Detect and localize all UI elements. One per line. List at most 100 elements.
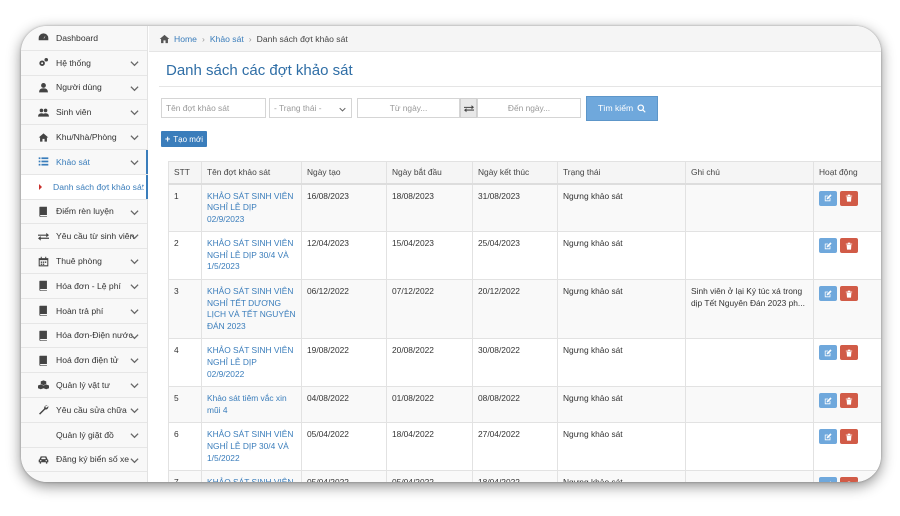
user-icon <box>36 81 50 93</box>
sidebar-item-label: Dashboard <box>56 32 99 43</box>
sidebar-item-10[interactable]: Hóa đơn - Lệ phí <box>21 274 147 299</box>
from-date-input[interactable]: Từ ngày... <box>357 98 460 118</box>
sidebar-item-3[interactable]: Sinh viên <box>21 100 147 126</box>
sidebar-item-8[interactable]: Yêu cầu từ sinh viên <box>21 224 147 250</box>
sidebar-item-7[interactable]: Điểm rèn luyện <box>21 200 147 225</box>
delete-button[interactable] <box>840 190 858 206</box>
sidebar-item-17[interactable]: Đăng ký biển số xe <box>21 448 147 473</box>
sidebar-item-4[interactable]: Khu/Nhà/Phòng <box>21 125 147 150</box>
breadcrumb-section-link[interactable]: Khảo sát <box>210 34 244 44</box>
sidebar-item-16[interactable]: Quản lý giặt đồ <box>21 423 147 448</box>
row-actions <box>819 393 877 409</box>
sidebar-item-14[interactable]: Quản lý vật tư <box>21 373 147 398</box>
search-button-label: Tìm kiếm <box>597 103 634 113</box>
delete-button[interactable] <box>840 477 858 482</box>
delete-button[interactable] <box>840 238 858 254</box>
column-header[interactable]: Tên đợt khảo sát <box>201 161 302 185</box>
table-row: 2 KHẢO SÁT SINH VIÊN NGHỈ LỄ DỊP 30/4 VÀ … <box>168 231 881 281</box>
trash-icon <box>845 290 853 298</box>
column-header[interactable]: STT <box>168 161 202 185</box>
table-header-row: STT Tên đợt khảo sát Ngày tạo Ngày bắt đ… <box>168 161 881 185</box>
status-select[interactable]: - Trạng thái - <box>269 98 352 118</box>
chevron-down-icon <box>339 105 346 112</box>
to-date-input[interactable]: Đến ngày... <box>477 98 581 118</box>
column-header[interactable]: Trạng thái <box>557 161 686 185</box>
cell-survey-name: KHẢO SÁT SINH VIÊN NGHỈ LỄ DỊP 02/9/2023 <box>201 182 302 233</box>
edit-button[interactable] <box>819 286 837 302</box>
edit-icon <box>824 397 832 404</box>
list-icon <box>36 156 50 168</box>
cell-survey-name: KHẢO SÁT SINH VIÊN NGHỈ LỄ GIỖ TỔ HÙNG V… <box>201 470 302 482</box>
survey-name-input[interactable]: Tên đợt khảo sát <box>161 98 266 118</box>
cell-status: Ngưng khảo sát <box>557 422 686 472</box>
search-button[interactable]: Tìm kiếm <box>586 95 658 121</box>
book-icon <box>36 354 50 366</box>
survey-name-link[interactable]: KHẢO SÁT SINH VIÊN NGHỈ LỄ DỊP 02/9/2023 <box>207 191 293 224</box>
wrench-icon <box>36 404 50 416</box>
chevron-down-icon <box>130 431 139 440</box>
breadcrumb-home-link[interactable]: Home <box>174 34 197 44</box>
sidebar-item-0[interactable]: Dashboard <box>21 26 147 51</box>
table-row: 3 KHẢO SÁT SINH VIÊN NGHỈ TẾT DƯƠNG LỊCH … <box>168 279 881 340</box>
row-actions <box>819 286 877 302</box>
sidebar-item-9[interactable]: Thuê phòng <box>21 249 147 274</box>
delete-button[interactable] <box>840 429 858 445</box>
cell-note <box>685 338 814 388</box>
sidebar-item-13[interactable]: Hoá đơn điện tử <box>21 348 147 374</box>
caret-right-icon <box>39 183 42 190</box>
sidebar-item-2[interactable]: Người dùng <box>21 76 147 101</box>
delete-button[interactable] <box>840 393 858 409</box>
sidebar-item-label: Hóa đơn - Lệ phí <box>56 280 121 291</box>
survey-name-link[interactable]: KHẢO SÁT SINH VIÊN NGHỈ TẾT DƯƠNG LỊCH V… <box>207 286 296 331</box>
cell-end-date: 27/04/2022 <box>472 422 558 472</box>
edit-button[interactable] <box>819 345 837 361</box>
sidebar-item-label: Đăng ký biển số xe <box>56 454 130 465</box>
edit-button[interactable] <box>819 429 837 445</box>
edit-button[interactable] <box>819 238 837 254</box>
edit-icon <box>824 194 832 202</box>
delete-button[interactable] <box>840 286 858 302</box>
book-icon <box>36 305 50 317</box>
breadcrumb-separator: › <box>201 33 205 44</box>
cell-created-date: 05/04/2022 <box>301 470 387 482</box>
book-icon <box>36 329 50 341</box>
column-header[interactable]: Ngày kết thúc <box>472 161 558 185</box>
create-new-button[interactable]: + Tạo mới <box>161 131 207 147</box>
chevron-down-icon <box>130 332 139 341</box>
sidebar-item-15[interactable]: Yêu cầu sửa chữa <box>21 398 147 423</box>
sidebar-item-11[interactable]: Hoàn trả phí <box>21 299 147 324</box>
sidebar-item-5[interactable]: Khảo sát <box>21 149 148 175</box>
sidebar-item-1[interactable]: Hệ thống <box>21 51 147 76</box>
edit-icon <box>824 433 832 441</box>
table-body: 1 KHẢO SÁT SINH VIÊN NGHỈ LỄ DỊP 02/9/202… <box>168 182 881 482</box>
trash-icon <box>845 349 853 357</box>
survey-name-link[interactable]: KHẢO SÁT SINH VIÊN NGHỈ LỄ DỊP 02/9/2022 <box>207 345 293 378</box>
sidebar-subitem-survey-list[interactable]: Danh sách đợt khảo sát <box>21 174 148 200</box>
cell-stt: 6 <box>168 422 202 472</box>
cell-end-date: 18/04/2022 <box>472 470 558 482</box>
sidebar-item-label: Hoá đơn điện tử <box>56 355 119 366</box>
survey-name-link[interactable]: KHẢO SÁT SINH VIÊN NGHỈ LỄ DỊP 30/4 VÀ 1… <box>207 429 293 462</box>
edit-icon <box>829 481 832 482</box>
survey-name-link[interactable]: KHẢO SÁT SINH VIÊN NGHỈ LỄ GIỖ TỔ HÙNG V… <box>207 477 293 482</box>
chevron-down-icon <box>130 59 139 68</box>
exchange-icon <box>463 104 474 112</box>
sidebar-item-12[interactable]: Hóa đơn-Điện nước <box>21 324 147 349</box>
cell-actions <box>813 279 881 340</box>
survey-name-link[interactable]: Khảo sát tiêm vắc xin mũi 4 <box>207 393 287 415</box>
edit-icon <box>824 349 832 357</box>
column-header[interactable]: Ghi chú <box>685 161 814 185</box>
edit-button[interactable] <box>819 190 837 206</box>
survey-name-link[interactable]: KHẢO SÁT SINH VIÊN NGHỈ LỄ DỊP 30/4 VÀ 1… <box>207 238 293 271</box>
search-icon <box>637 103 646 113</box>
cell-end-date: 25/04/2023 <box>472 231 558 281</box>
app-window: Dashboard Hệ thống Người dùng Sinh viên Khu/… <box>21 26 881 482</box>
cell-survey-name: KHẢO SÁT SINH VIÊN NGHỈ LỄ DỊP 30/4 VÀ 1… <box>201 231 302 281</box>
edit-button[interactable] <box>819 477 837 482</box>
column-header[interactable]: Ngày bắt đầu <box>386 161 473 185</box>
cell-status: Ngưng khảo sát <box>557 386 686 424</box>
column-header[interactable]: Ngày tạo <box>301 161 387 185</box>
delete-button[interactable] <box>840 345 858 361</box>
edit-button[interactable] <box>819 393 837 409</box>
cell-survey-name: KHẢO SÁT SINH VIÊN NGHỈ LỄ DỊP 02/9/2022 <box>201 338 302 388</box>
